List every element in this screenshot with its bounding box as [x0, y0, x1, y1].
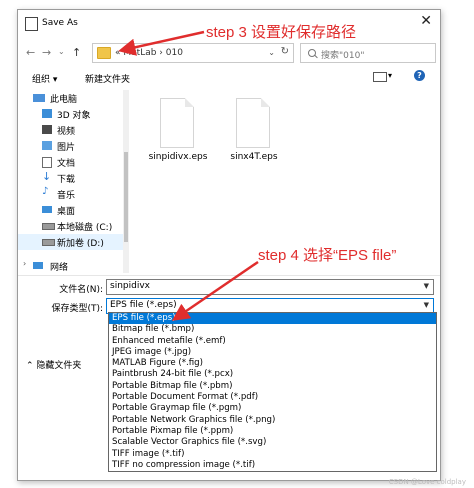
save-type-option[interactable]: Portable Pixmap file (*.ppm)	[109, 426, 436, 437]
music-icon: ♪	[42, 186, 49, 197]
recent-locations-chevron-icon[interactable]: ⌄	[58, 47, 65, 56]
forward-arrow-icon[interactable]: →	[42, 46, 51, 59]
sidebar-item-label: 此电脑	[50, 95, 78, 105]
sidebar-item-network[interactable]: › 网络	[18, 258, 123, 274]
sidebar-item-pictures[interactable]: 图片	[18, 138, 123, 154]
sidebar-item-videos[interactable]: 视频	[18, 122, 123, 138]
eps-file-icon	[160, 98, 194, 148]
save-type-option[interactable]: EPS file (*.eps)	[109, 313, 436, 325]
desktop-icon	[42, 206, 52, 213]
new-folder-button[interactable]: 新建文件夹	[85, 72, 130, 85]
navigation-pane: 此电脑 3D 对象 视频 图片 文档 ↓ 下载 ♪ 音乐 桌面 本地磁盘 (C:…	[18, 90, 123, 273]
eps-file-icon	[236, 98, 270, 148]
annotation-step3: step 3 设置好保存路径	[206, 24, 357, 41]
view-options-dropdown[interactable]: ▾	[388, 71, 392, 80]
save-type-option[interactable]: Portable Network Graphics file (*.png)	[109, 415, 436, 426]
sidebar-item-documents[interactable]: 文档	[18, 154, 123, 170]
matlab-figure-icon	[25, 17, 38, 31]
sidebar-item-desktop[interactable]: 桌面	[18, 202, 123, 218]
up-arrow-icon[interactable]: ↑	[72, 46, 81, 59]
back-arrow-icon[interactable]: ←	[26, 46, 35, 59]
cube-icon	[42, 109, 52, 118]
sidebar-item-music[interactable]: ♪ 音乐	[18, 186, 123, 202]
window-title: Save As	[42, 18, 78, 28]
sidebar-item-label: 下载	[57, 175, 76, 185]
document-icon	[42, 157, 52, 168]
divider	[18, 275, 440, 276]
sidebar-item-label: 3D 对象	[57, 111, 91, 121]
chevron-down-icon[interactable]: ▼	[424, 301, 429, 309]
sidebar-item-label: 图片	[57, 143, 76, 153]
save-type-option[interactable]: TIFF image (*.tif)	[109, 449, 436, 460]
network-icon	[33, 262, 43, 269]
save-type-label: 保存类型(T):	[51, 304, 103, 314]
search-input[interactable]: 搜索"010"	[321, 48, 364, 61]
sidebar-item-label: 视频	[57, 127, 76, 137]
sidebar-item-label: 网络	[50, 263, 69, 273]
sidebar-item-3d-objects[interactable]: 3D 对象	[18, 106, 123, 122]
refresh-icon[interactable]: ↻	[281, 46, 289, 57]
address-path-text: MatLab › 010	[123, 48, 183, 58]
navigation-scrollbar[interactable]	[123, 90, 129, 273]
save-type-option[interactable]: Portable Document Format (*.pdf)	[109, 392, 436, 403]
watermark: CSDN @Love coldplay	[388, 478, 466, 486]
chevron-down-icon[interactable]: ▼	[424, 282, 429, 290]
sidebar-item-label: 音乐	[57, 191, 76, 201]
command-toolbar: 组织 ▾ 新建文件夹 ▾ ?	[18, 68, 440, 88]
sidebar-item-this-pc[interactable]: 此电脑	[18, 90, 123, 106]
sidebar-item-local-disk-c[interactable]: 本地磁盘 (C:)	[18, 218, 123, 234]
view-options-icon[interactable]	[373, 72, 387, 82]
annotation-step4: step 4 选择“EPS file”	[258, 247, 397, 264]
address-path: « MatLab › 010	[115, 48, 183, 58]
file-item[interactable]: sinpidivx.eps	[146, 96, 210, 176]
computer-icon	[33, 94, 45, 102]
filename-value: sinpidivx	[110, 281, 150, 291]
file-name: sinx4T.eps	[230, 152, 278, 162]
save-type-option[interactable]: Paintbrush 24-bit file (*.pcx)	[109, 369, 436, 380]
filename-input[interactable]: sinpidivx ▼	[106, 279, 434, 295]
sidebar-item-new-volume-d[interactable]: 新加卷 (D:)	[18, 234, 123, 250]
video-icon	[42, 125, 52, 134]
organize-button[interactable]: 组织 ▾	[32, 72, 57, 85]
sidebar-item-label: 本地磁盘 (C:)	[57, 223, 113, 233]
address-prefix: «	[115, 48, 121, 58]
save-type-option[interactable]: Scalable Vector Graphics file (*.svg)	[109, 437, 436, 448]
filename-label: 文件名(N):	[59, 285, 103, 295]
close-button[interactable]: ✕	[420, 13, 432, 29]
sidebar-item-label: 桌面	[57, 207, 76, 217]
save-type-option[interactable]: Enhanced metafile (*.emf)	[109, 336, 436, 347]
save-type-option[interactable]: TIFF no compression image (*.tif)	[109, 460, 436, 471]
hide-folders-toggle[interactable]: ⌃ 隐藏文件夹	[26, 358, 81, 371]
save-type-option[interactable]: Portable Graymap file (*.pgm)	[109, 403, 436, 414]
save-type-option[interactable]: JPEG image (*.jpg)	[109, 347, 436, 358]
address-bar[interactable]: « MatLab › 010 ⌄ ↻	[92, 43, 294, 63]
picture-icon	[42, 141, 52, 150]
save-type-options-list: EPS file (*.eps) Bitmap file (*.bmp) Enhan…	[108, 312, 437, 473]
folder-icon	[97, 47, 111, 59]
scrollbar-thumb[interactable]	[124, 152, 128, 242]
address-dropdown-icon[interactable]: ⌄	[268, 48, 275, 57]
file-name: sinpidivx.eps	[148, 152, 208, 162]
sidebar-item-label: 新加卷 (D:)	[57, 239, 104, 249]
download-icon: ↓	[42, 170, 52, 183]
save-type-option[interactable]: Bitmap file (*.bmp)	[109, 324, 436, 335]
drive-icon	[42, 239, 55, 246]
help-icon[interactable]: ?	[414, 70, 425, 81]
save-type-value: EPS file (*.eps)	[110, 300, 177, 310]
navigation-bar: ← → ⌄ ↑ « MatLab › 010 ⌄ ↻ 搜索"010"	[18, 40, 440, 68]
save-type-option[interactable]: Portable Bitmap file (*.pbm)	[109, 381, 436, 392]
search-box[interactable]: 搜索"010"	[300, 43, 436, 63]
search-icon-handle	[314, 54, 318, 59]
sidebar-item-downloads[interactable]: ↓ 下载	[18, 170, 123, 186]
sidebar-item-label: 文档	[57, 159, 76, 169]
save-type-option[interactable]: MATLAB Figure (*.fig)	[109, 358, 436, 369]
file-item[interactable]: sinx4T.eps	[222, 96, 286, 176]
chevron-right-icon[interactable]: ›	[23, 259, 26, 268]
drive-icon	[42, 223, 55, 230]
